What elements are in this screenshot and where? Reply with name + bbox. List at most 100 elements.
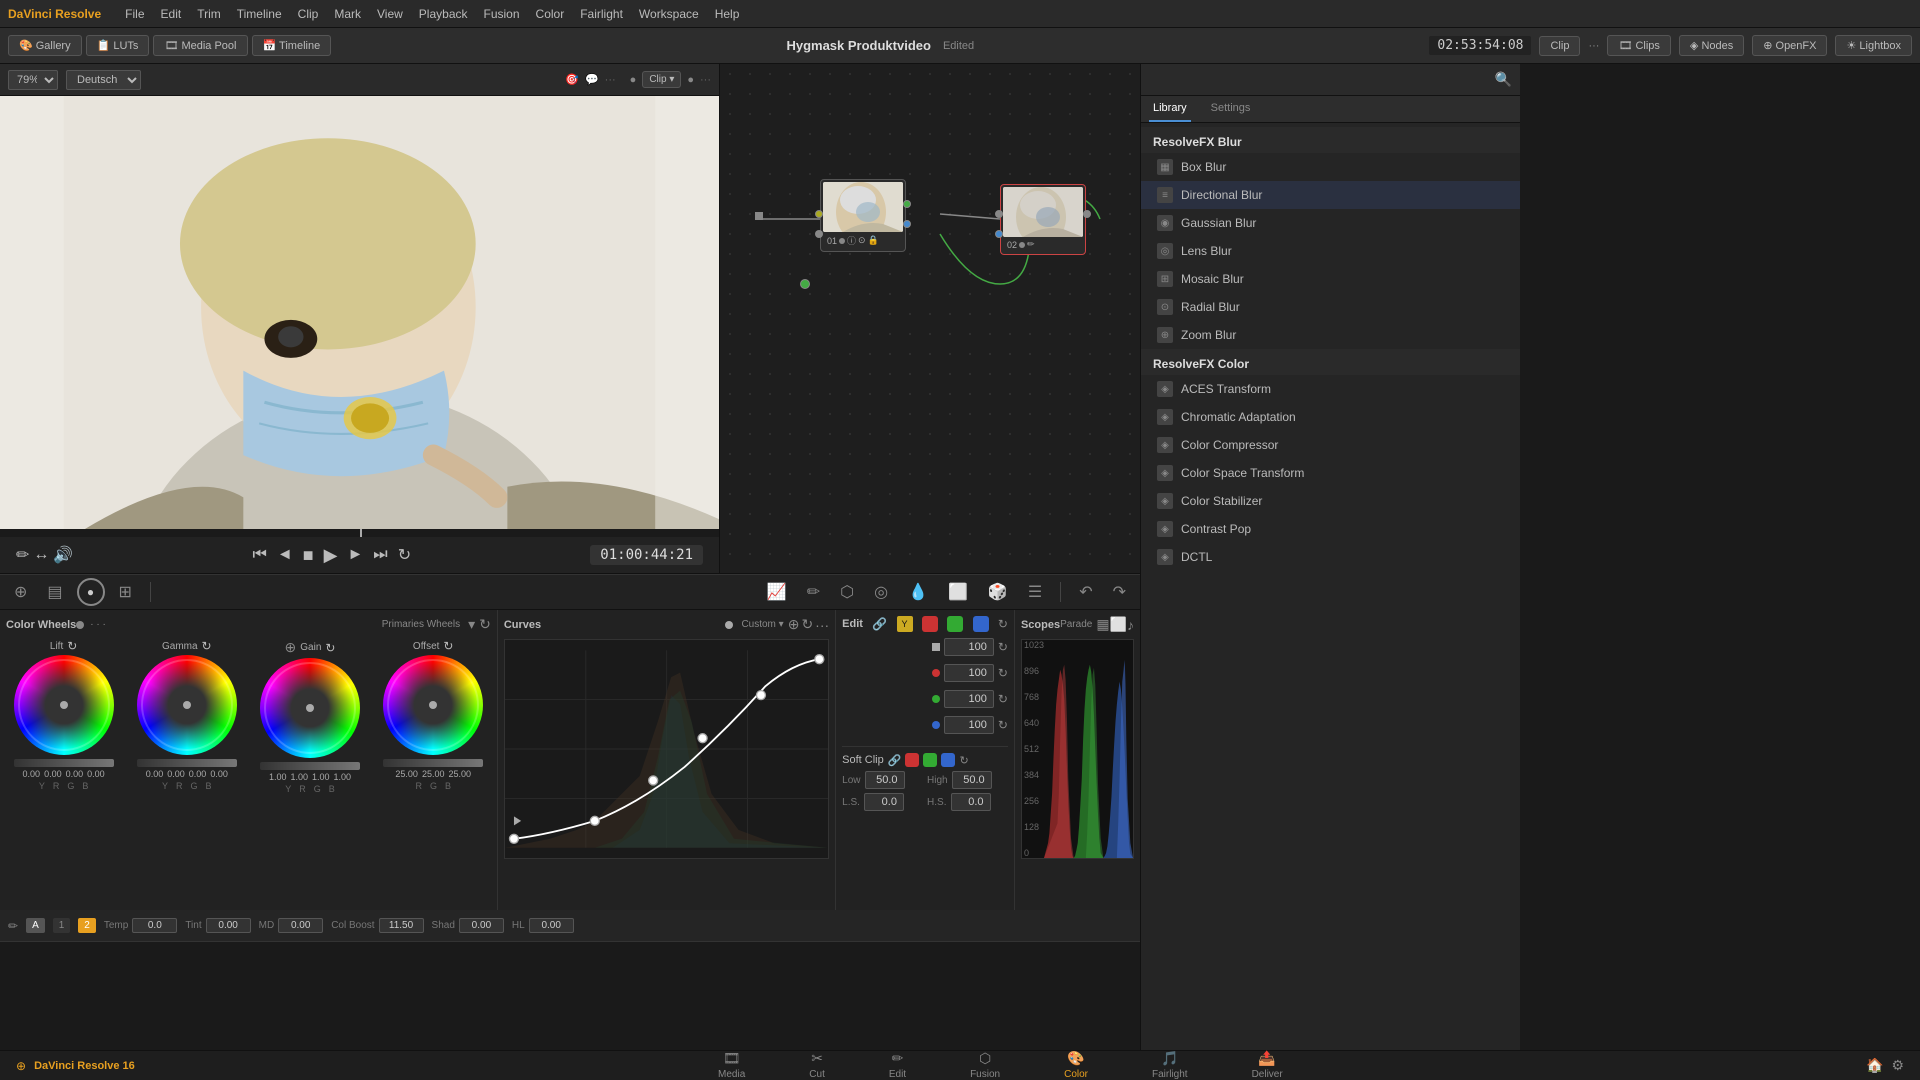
blur-tool[interactable]: 💧 — [902, 580, 934, 604]
soft-clip-reset-btn[interactable]: ↻ — [959, 754, 968, 767]
tint-input[interactable] — [206, 918, 251, 933]
media-pool-button[interactable]: 🎞 Media Pool — [153, 35, 247, 56]
edit-reset-1[interactable]: ↻ — [998, 640, 1008, 654]
library-item-box-blur[interactable]: ▦ Box Blur — [1141, 153, 1520, 181]
menu-playback[interactable]: Playback — [419, 7, 468, 21]
primaries-arrow[interactable]: ▾ — [468, 616, 475, 633]
library-item-mosaic-blur[interactable]: ⊞ Mosaic Blur — [1141, 265, 1520, 293]
sub-ctrl-tool-btn[interactable]: ✏ — [8, 919, 18, 933]
library-item-zoom-blur[interactable]: ⊕ Zoom Blur — [1141, 321, 1520, 349]
wheels-reset-btn[interactable]: ↻ — [479, 616, 491, 633]
wheel-lift-circle[interactable] — [14, 655, 114, 755]
nodes-tab[interactable]: ◈ Nodes — [1679, 35, 1744, 56]
soft-clip-hs-value[interactable] — [951, 793, 991, 811]
timeline-scrubber[interactable] — [0, 529, 719, 537]
custom-mode-btn[interactable]: Custom ▾ — [741, 619, 783, 630]
soft-clip-low-value[interactable] — [865, 771, 905, 789]
stop-btn[interactable]: ■ — [303, 545, 314, 566]
lightbox-tab[interactable]: ☀ Lightbox — [1835, 35, 1912, 56]
sub-ctrl-1-btn[interactable]: 1 — [53, 918, 71, 933]
settings-tab[interactable]: Settings — [1207, 96, 1255, 122]
redo-tool[interactable]: ↷ — [1107, 580, 1132, 604]
library-item-color-compressor[interactable]: ◈ Color Compressor — [1141, 431, 1520, 459]
library-item-gaussian-blur[interactable]: ◉ Gaussian Blur — [1141, 209, 1520, 237]
loop-btn[interactable]: ↻ — [398, 545, 411, 565]
edit-y-btn[interactable]: Y — [897, 616, 913, 632]
sub-ctrl-2-btn[interactable]: 2 — [78, 918, 96, 933]
stereo-tool[interactable]: ☰ — [1022, 580, 1048, 604]
curves-canvas[interactable] — [504, 639, 829, 859]
tool-draw-btn[interactable]: ✏ — [16, 545, 29, 565]
node-01[interactable]: 01 ⓘ ⊙ 🔒 — [820, 179, 906, 252]
color-tool-4[interactable]: ⊞ — [113, 580, 138, 604]
3d-tool[interactable]: 🎲 — [982, 580, 1014, 604]
home-btn[interactable]: 🏠 — [1866, 1057, 1883, 1074]
edit-reset-btn[interactable]: ↻ — [998, 617, 1008, 631]
scopes-audio-btn[interactable]: ♪ — [1127, 617, 1134, 633]
edit-reset-4[interactable]: ↻ — [998, 718, 1008, 732]
nav-media[interactable]: 🎞 Media — [686, 1048, 777, 1080]
step-back-btn[interactable]: ◄ — [277, 546, 293, 564]
edit-link-btn[interactable]: 🔗 — [872, 617, 887, 631]
edit-value-3[interactable] — [944, 690, 994, 708]
curves-tool[interactable]: 📈 — [761, 580, 793, 604]
step-forward-btn[interactable]: ► — [347, 546, 363, 564]
node-editor[interactable]: 01 ⓘ ⊙ 🔒 — [720, 64, 1140, 573]
skip-back-btn[interactable]: ⏮ — [252, 546, 266, 564]
qualifier-tool[interactable]: ✏ — [801, 580, 826, 604]
zoom-select[interactable]: 79% 100% 50% — [8, 70, 58, 90]
library-item-radial-blur[interactable]: ⊙ Radial Blur — [1141, 293, 1520, 321]
soft-clip-b-btn[interactable] — [941, 753, 955, 767]
nav-deliver[interactable]: 📤 Deliver — [1220, 1048, 1315, 1080]
menu-mark[interactable]: Mark — [334, 7, 361, 21]
edit-value-2[interactable] — [944, 664, 994, 682]
curves-more-btn[interactable]: ··· — [815, 617, 829, 633]
clip-mode-btn[interactable]: Clip ▾ — [642, 71, 681, 88]
edit-r-btn[interactable] — [922, 616, 938, 632]
tracker-tool[interactable]: ◎ — [868, 580, 894, 604]
nav-edit[interactable]: ✏ Edit — [857, 1048, 938, 1080]
skip-forward-btn[interactable]: ⏭ — [373, 546, 387, 564]
wheel-offset-circle[interactable] — [383, 655, 483, 755]
soft-clip-ls-value[interactable] — [864, 793, 904, 811]
soft-clip-r-btn[interactable] — [905, 753, 919, 767]
shad-input[interactable] — [459, 918, 504, 933]
scopes-bars-btn[interactable]: ▦ — [1096, 616, 1109, 633]
curves-options-btn[interactable]: ⊕ — [788, 616, 800, 633]
library-tab[interactable]: Library — [1149, 96, 1191, 122]
tool-arrow-btn[interactable]: ↔ — [33, 546, 49, 564]
menu-view[interactable]: View — [377, 7, 403, 21]
menu-workspace[interactable]: Workspace — [639, 7, 699, 21]
menu-timeline[interactable]: Timeline — [237, 7, 282, 21]
wheel-lift-reset[interactable]: ↻ — [67, 639, 77, 653]
nav-fusion[interactable]: ⬡ Fusion — [938, 1048, 1032, 1080]
sub-ctrl-a-btn[interactable]: A — [26, 918, 45, 933]
curves-reset-btn[interactable]: ↻ — [801, 616, 813, 633]
wheel-gamma-circle[interactable] — [137, 655, 237, 755]
wheel-gain-circle[interactable] — [260, 658, 360, 758]
color-wheel-tool[interactable]: ● — [77, 578, 105, 606]
key-tool[interactable]: ⬜ — [942, 580, 974, 604]
temp-input[interactable] — [132, 918, 177, 933]
wheel-offset-slider[interactable] — [383, 759, 483, 767]
parade-mode-btn[interactable]: Parade — [1060, 619, 1092, 630]
play-btn[interactable]: ▶ — [324, 545, 338, 566]
power-windows-tool[interactable]: ⬡ — [834, 580, 860, 604]
node-02[interactable]: 02 ✏ — [1000, 184, 1086, 255]
menu-clip[interactable]: Clip — [298, 7, 319, 21]
edit-value-1[interactable] — [944, 638, 994, 656]
soft-clip-high-value[interactable] — [952, 771, 992, 789]
menu-color[interactable]: Color — [536, 7, 565, 21]
library-item-chromatic-adaptation[interactable]: ◈ Chromatic Adaptation — [1141, 403, 1520, 431]
library-item-color-space-transform[interactable]: ◈ Color Space Transform — [1141, 459, 1520, 487]
undo-tool[interactable]: ↶ — [1073, 580, 1098, 604]
scopes-expand-btn[interactable]: ⬜ — [1110, 616, 1127, 633]
edit-value-4[interactable] — [944, 716, 994, 734]
md-input[interactable] — [278, 918, 323, 933]
clips-tab[interactable]: 🎞 Clips — [1607, 35, 1670, 56]
nav-fairlight[interactable]: 🎵 Fairlight — [1120, 1048, 1220, 1080]
library-item-aces-transform[interactable]: ◈ ACES Transform — [1141, 375, 1520, 403]
wheel-gain-slider[interactable] — [260, 762, 360, 770]
soft-clip-g-btn[interactable] — [923, 753, 937, 767]
menu-fusion[interactable]: Fusion — [484, 7, 520, 21]
